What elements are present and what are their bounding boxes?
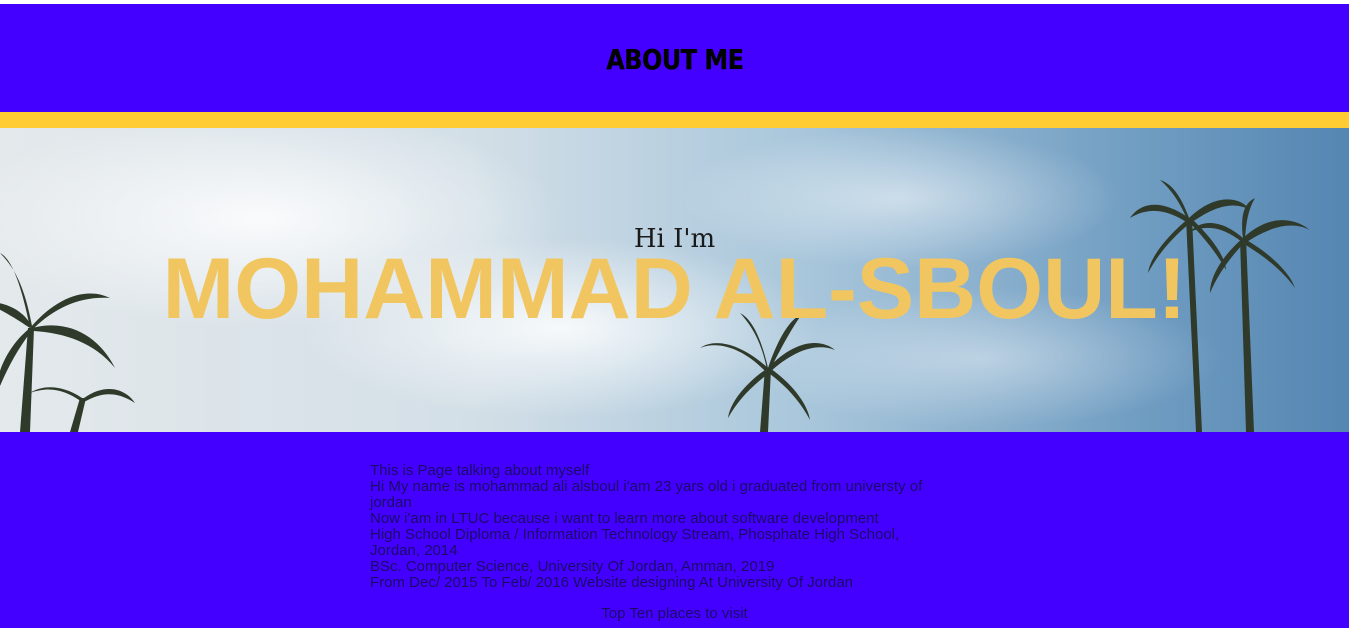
bio-about: Hi My name is mohammad ali alsboul i'am … xyxy=(370,478,923,511)
bio-highschool: High School Diploma / Information Techno… xyxy=(370,526,900,559)
top-ten-places-link[interactable]: Top Ten places to visit xyxy=(0,605,1349,622)
hero-banner: Hi I'm MOHAMMAD AL-SBOUL! xyxy=(0,128,1349,432)
page-title: ABOUT ME xyxy=(605,42,744,76)
hero-name-heading: MOHAMMAD AL-SBOUL! xyxy=(162,241,1187,337)
page-header: ABOUT ME xyxy=(0,4,1349,112)
bio-ltuc: Now i'am in LTUC because i want to learn… xyxy=(370,510,879,527)
bio-bsc: BSc. Computer Science, University Of Jor… xyxy=(370,558,775,575)
bio-text-block: This is Page talking about myself Hi My … xyxy=(370,463,980,591)
header-divider-stripe xyxy=(0,112,1349,128)
about-content-section: This is Page talking about myself Hi My … xyxy=(0,432,1349,628)
bio-intro: This is Page talking about myself xyxy=(370,462,590,479)
bio-experience: From Dec/ 2015 To Feb/ 2016 Website desi… xyxy=(370,574,854,591)
